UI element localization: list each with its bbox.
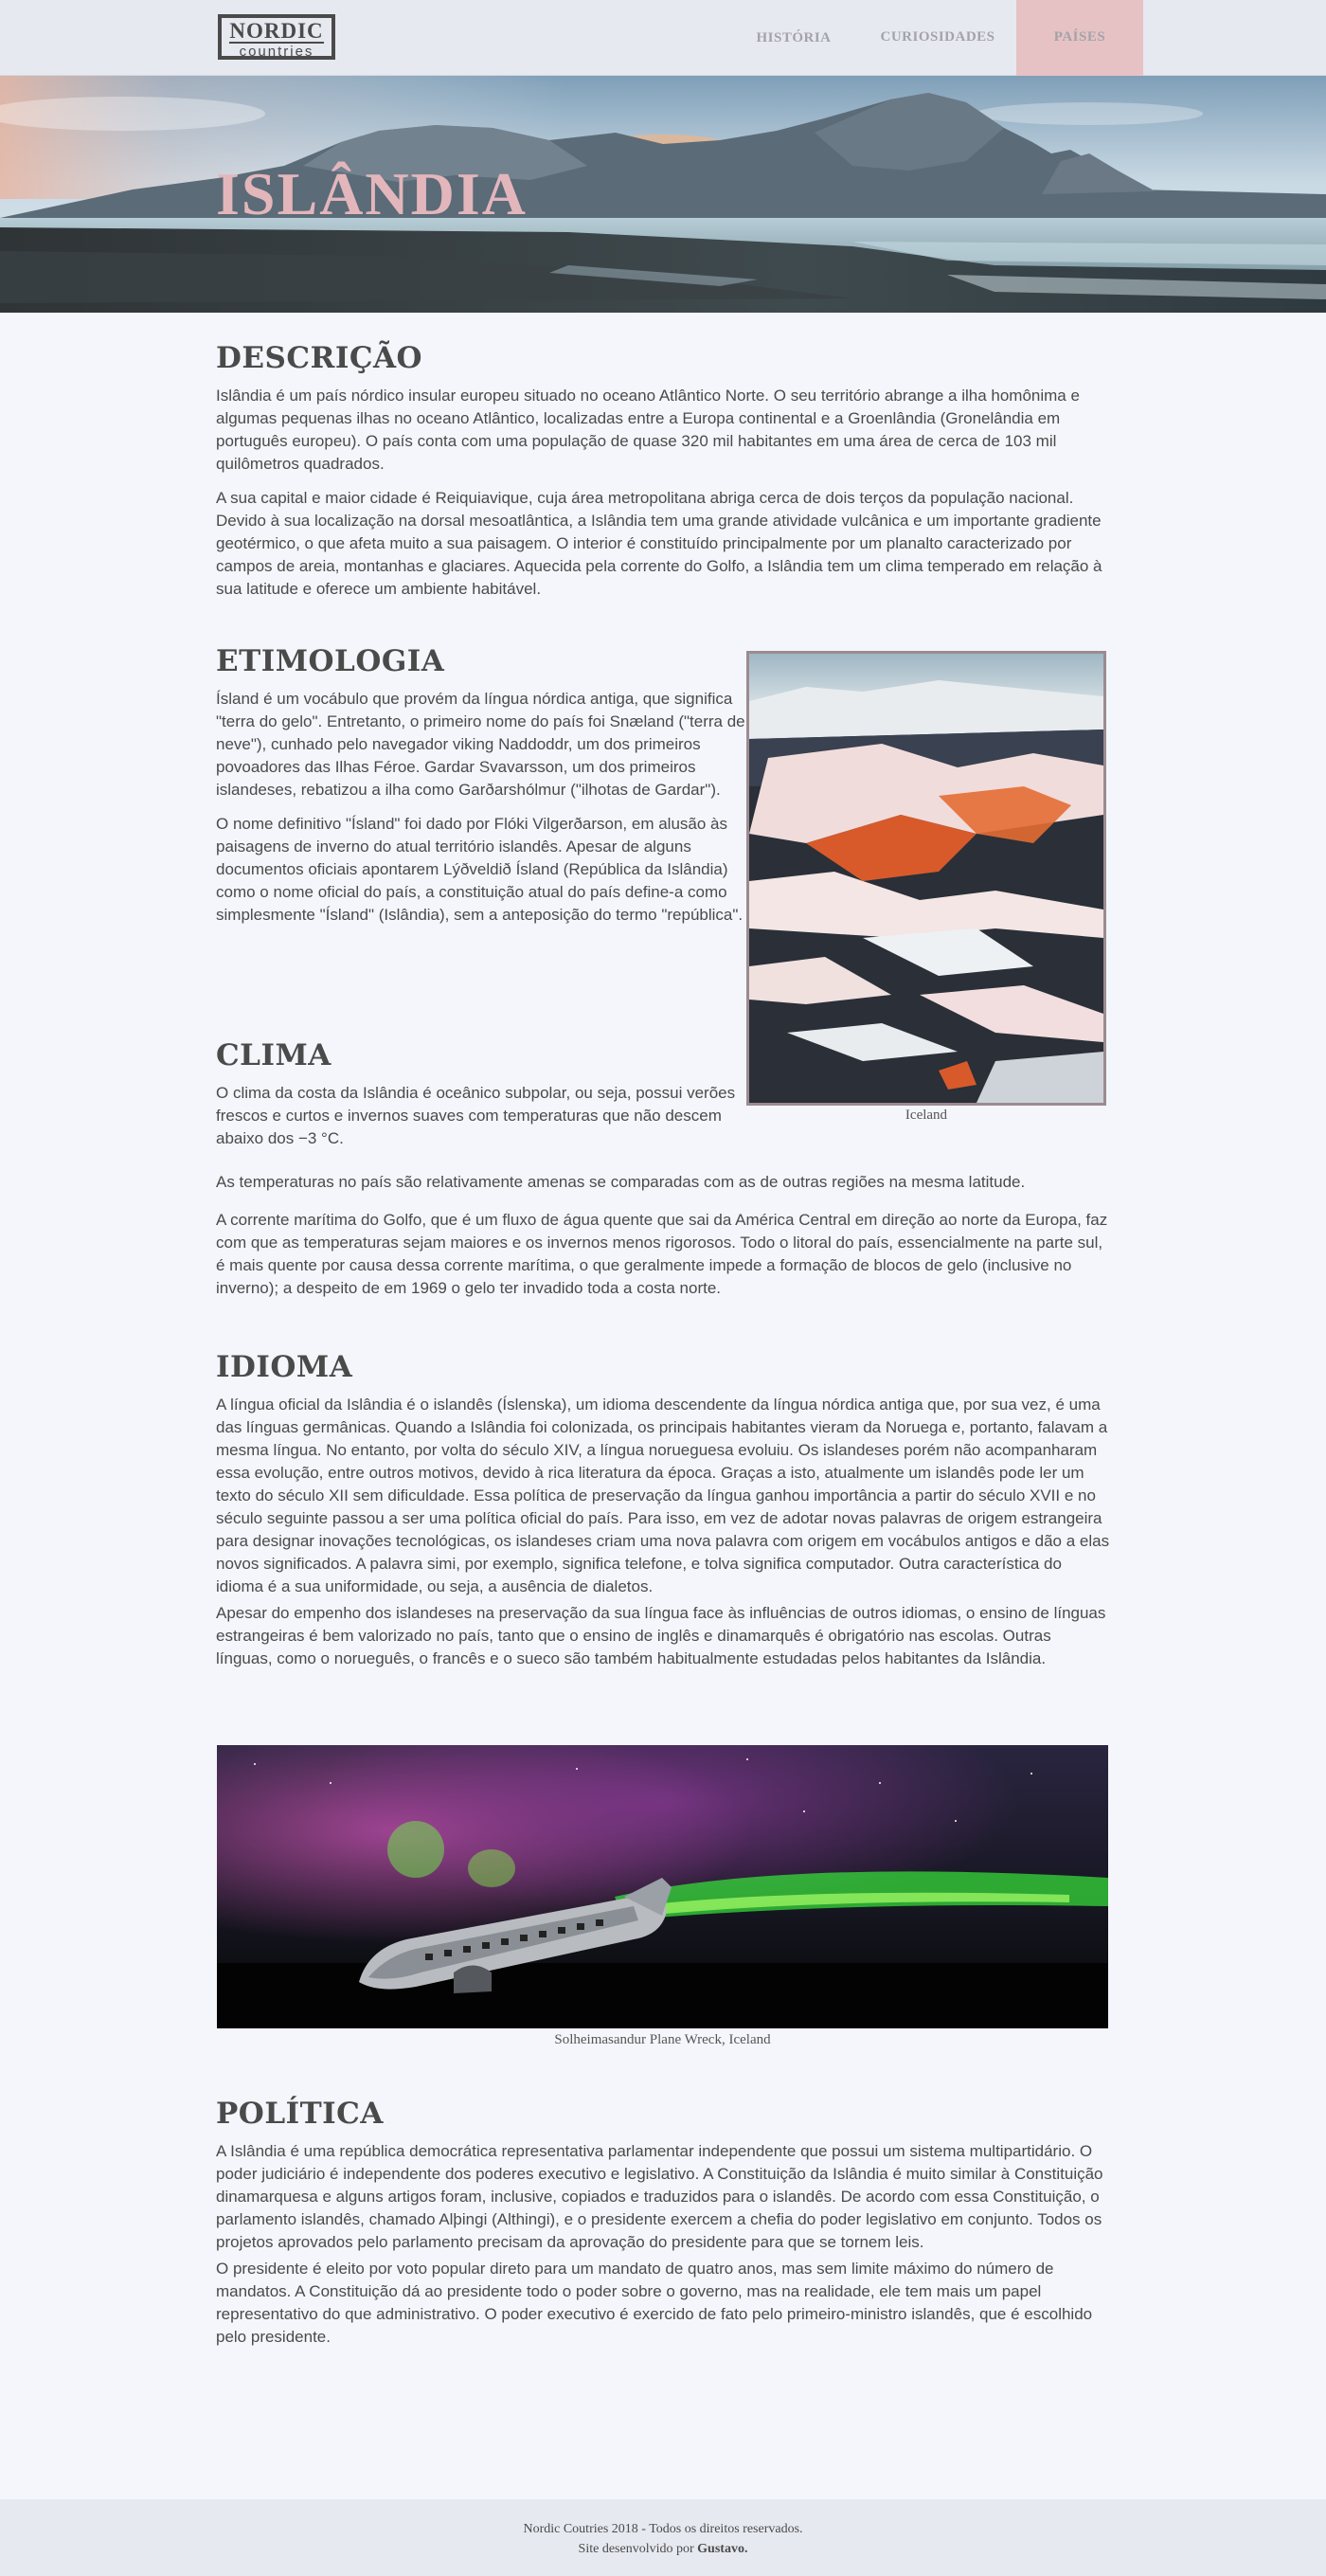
section-idioma: IDIOMA A língua oficial da Islândia é o …: [216, 1350, 1110, 1670]
descricao-paragraph-2: A sua capital e maior cidade é Reiquiavi…: [216, 489, 1102, 598]
logo-line2: countries: [239, 44, 314, 60]
politica-paragraph-1: A Islândia é uma república democrática r…: [216, 2142, 1103, 2251]
section-title-descricao: DESCRIÇÃO: [216, 341, 423, 375]
clima-paragraph-3: A corrente marítima do Golfo, que é um f…: [216, 1211, 1108, 1297]
section-title-etimologia: ETIMOLOGIA: [216, 644, 445, 678]
logo-line1: NORDIC: [229, 19, 324, 44]
idioma-paragraph-2: Apesar do empenho dos islandeses na pres…: [216, 1604, 1106, 1667]
figure-caption-plane-wreck: Solheimasandur Plane Wreck, Iceland: [554, 2032, 771, 2047]
iceland-mountain-image: [746, 651, 1106, 1106]
clima-paragraph-2: As temperaturas no país são relativament…: [216, 1173, 1026, 1191]
etimologia-paragraph-2: O nome definitivo "Ísland" foi dado por …: [216, 815, 744, 924]
hero-banner: ISLÂNDIA: [0, 76, 1326, 313]
site-logo[interactable]: NORDIC countries: [218, 14, 335, 60]
nav-link-paises[interactable]: PAÍSES: [1016, 0, 1143, 76]
figure-plane-wreck: Solheimasandur Plane Wreck, Iceland: [217, 1745, 1108, 2048]
site-footer: Nordic Coutries 2018 - Todos os direitos…: [0, 2499, 1326, 2576]
hero-landscape-image: [0, 76, 1326, 313]
figure-iceland-mountain: Iceland: [746, 651, 1106, 1124]
section-clima-continued: As temperaturas no país são relativament…: [216, 1171, 1110, 1300]
plane-wreck-aurora-image: [217, 1745, 1108, 2028]
nav-link-historia[interactable]: HISTÓRIA: [748, 0, 839, 76]
section-title-politica: POLÍTICA: [216, 2097, 384, 2131]
idioma-paragraph-1: A língua oficial da Islândia é o islandê…: [216, 1396, 1110, 1595]
descricao-paragraph-1: Islândia é um país nórdico insular europ…: [216, 387, 1080, 473]
section-politica: POLÍTICA A Islândia é uma república demo…: [216, 2097, 1110, 2349]
etimologia-paragraph-1: Ísland é um vocábulo que provém da língu…: [216, 690, 745, 799]
page-title: ISLÂNDIA: [216, 160, 528, 227]
footer-author: Gustavo.: [697, 2542, 748, 2556]
section-title-clima: CLIMA: [216, 1038, 332, 1072]
footer-copyright: Nordic Coutries 2018 - Todos os direitos…: [523, 2522, 803, 2536]
nav-link-curiosidades[interactable]: CURIOSIDADES: [871, 0, 1004, 76]
section-title-idioma: IDIOMA: [216, 1350, 353, 1384]
footer-credit: Site desenvolvido por Gustavo.: [0, 2542, 1326, 2557]
section-descricao: DESCRIÇÃO Islândia é um país nórdico ins…: [216, 341, 1110, 601]
section-clima: CLIMA O clima da costa da Islândia é oce…: [216, 1038, 746, 1150]
figure-caption-iceland: Iceland: [905, 1108, 948, 1123]
section-etimologia: ETIMOLOGIA Ísland é um vocábulo que prov…: [216, 644, 746, 927]
site-header: NORDIC countries HISTÓRIA CURIOSIDADES P…: [0, 0, 1326, 76]
footer-credit-prefix: Site desenvolvido por: [578, 2542, 698, 2556]
clima-paragraph-1: O clima da costa da Islândia é oceânico …: [216, 1084, 736, 1147]
politica-paragraph-2: O presidente é eleito por voto popular d…: [216, 2260, 1093, 2346]
